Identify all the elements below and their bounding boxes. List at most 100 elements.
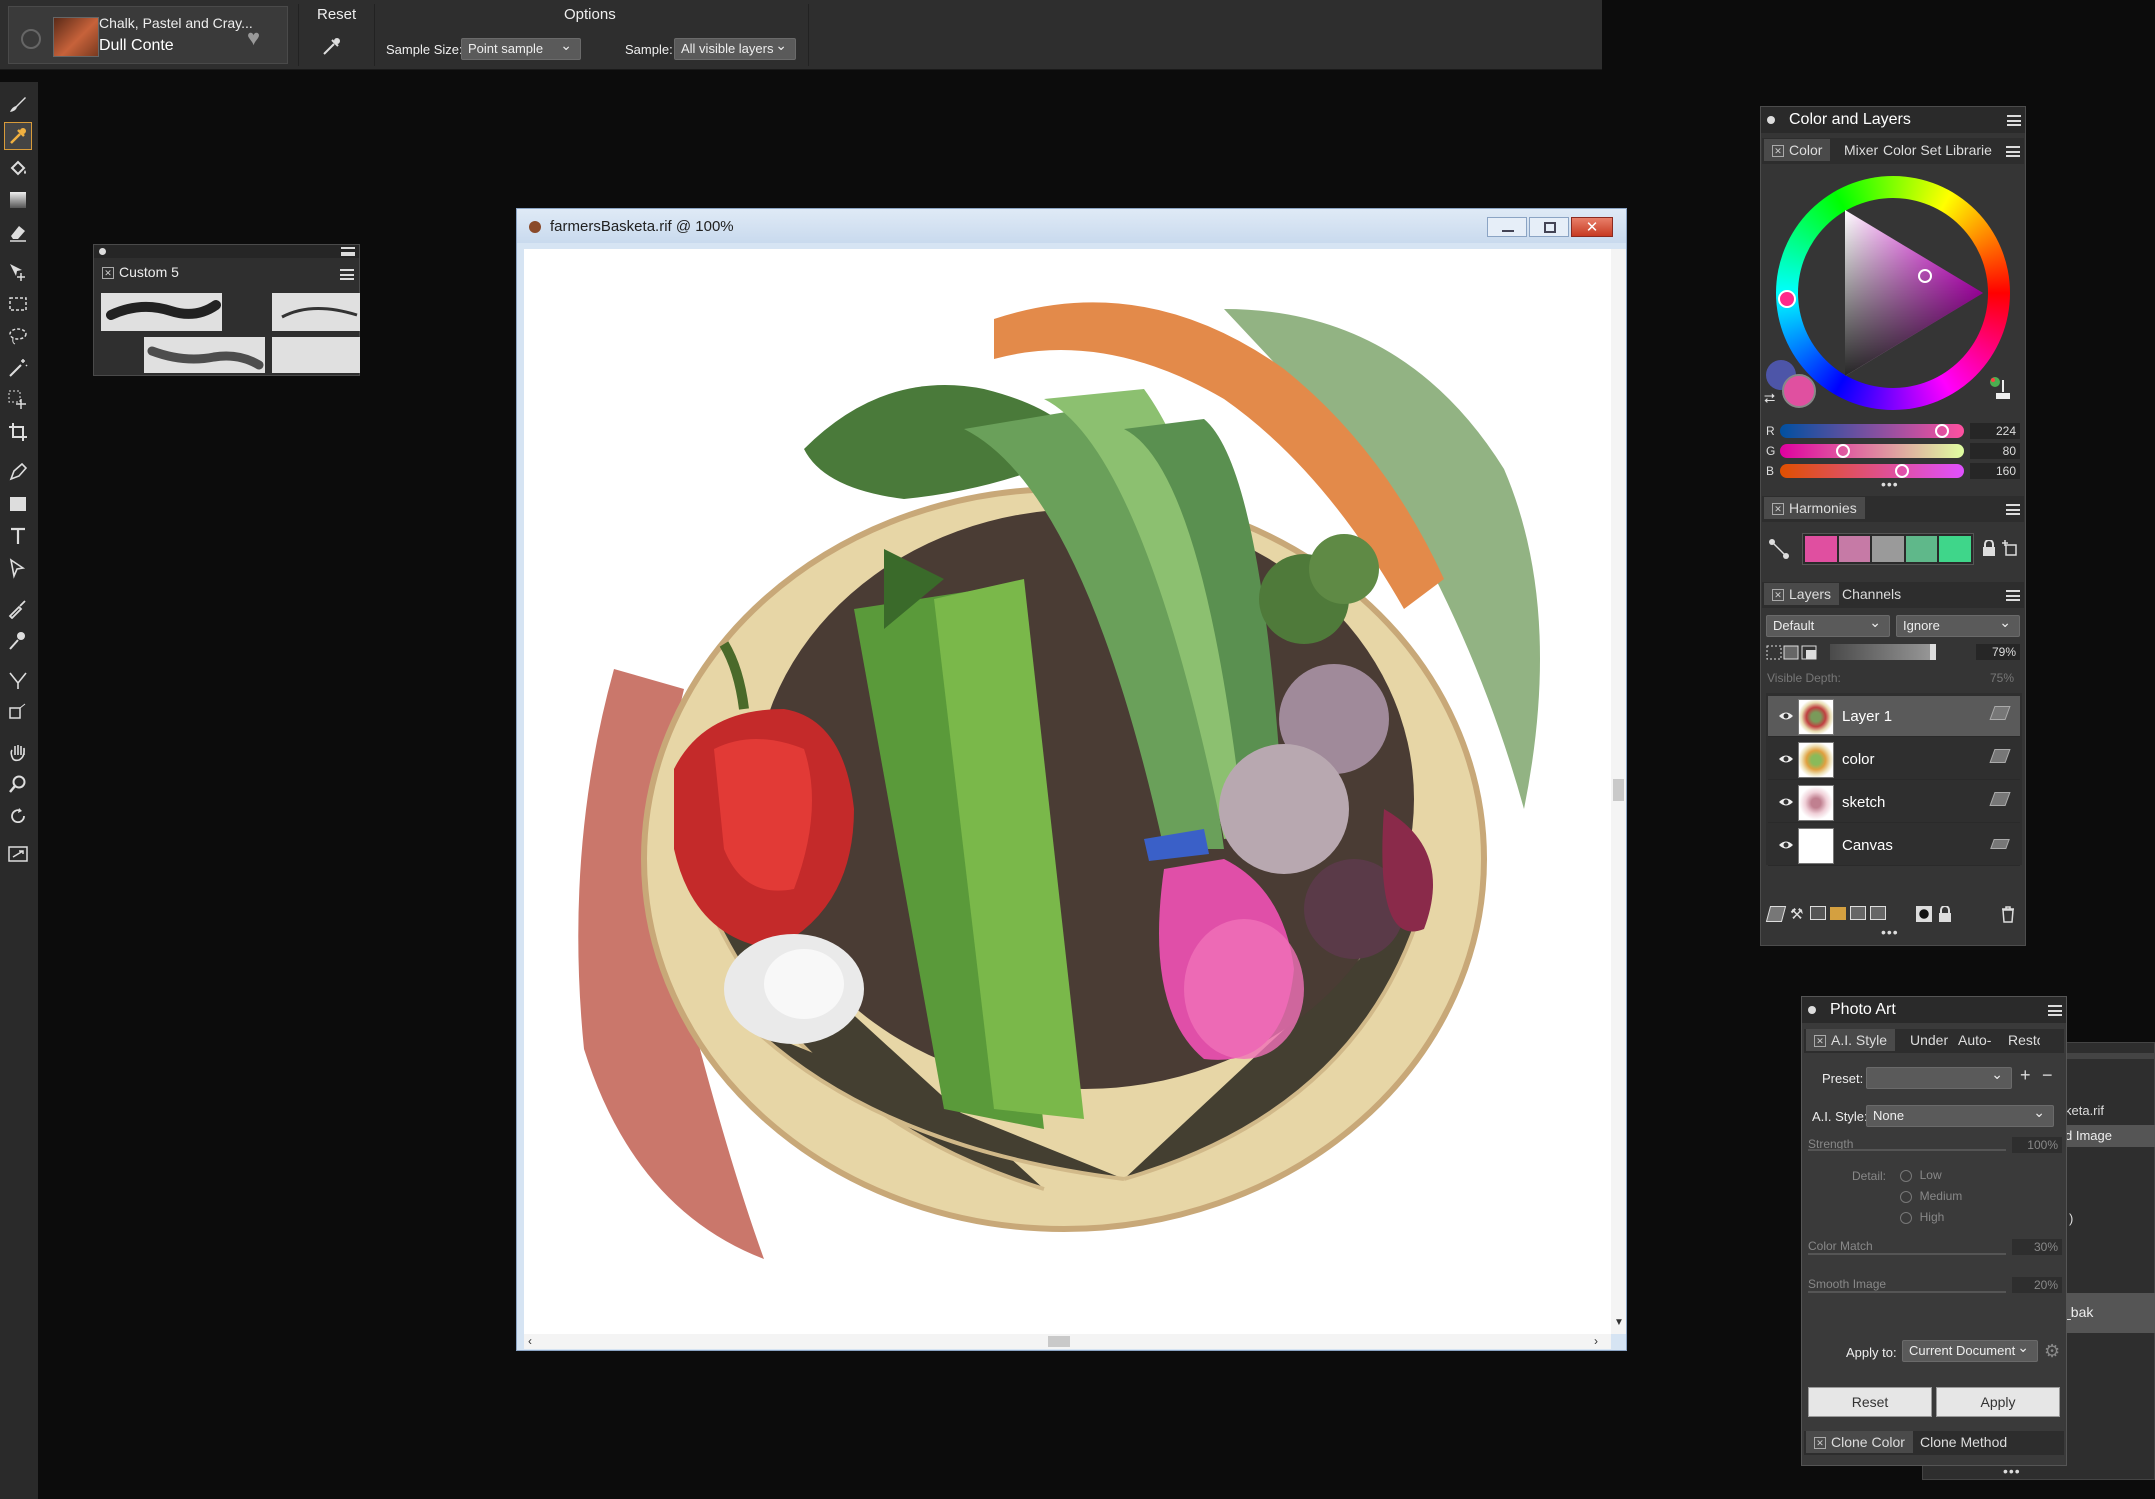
sample-size-dropdown[interactable]: Point sample bbox=[461, 37, 581, 60]
pen-tool-icon[interactable] bbox=[4, 458, 32, 486]
blue-value[interactable]: 160 bbox=[1970, 463, 2020, 479]
layer-mask-icon[interactable] bbox=[1916, 906, 1932, 922]
behind-row[interactable]: _bak bbox=[2055, 1293, 2155, 1333]
delete-layer-icon[interactable] bbox=[2000, 905, 2016, 923]
sample-dropdown[interactable]: All visible layers bbox=[674, 37, 796, 60]
tab-color[interactable]: ✕ Color bbox=[1764, 139, 1831, 161]
text-tool-icon[interactable] bbox=[4, 522, 32, 550]
preserve-dropdown[interactable]: Ignore bbox=[1896, 614, 2020, 637]
layer-stack-icon[interactable] bbox=[1850, 906, 1866, 920]
detail-radio-low[interactable]: Low bbox=[1900, 1167, 1942, 1182]
green-slider[interactable] bbox=[1780, 444, 1964, 458]
brush-selector[interactable]: Chalk, Pastel and Cray... Dull Conte ♥ bbox=[8, 6, 288, 64]
lock-layer-icon[interactable] bbox=[1938, 905, 1952, 922]
layer-lock-icons[interactable] bbox=[1766, 643, 1822, 661]
reset-tool-label[interactable]: Reset bbox=[317, 6, 356, 23]
preset-dropdown[interactable] bbox=[1866, 1066, 2012, 1089]
custom-brush-swatch[interactable] bbox=[272, 337, 360, 373]
blue-slider[interactable] bbox=[1780, 464, 1964, 478]
layer-folder-icon[interactable] bbox=[1830, 907, 1846, 920]
color-match-value[interactable]: 30% bbox=[2012, 1239, 2062, 1255]
rotate-page-tool-icon[interactable] bbox=[4, 802, 32, 830]
tab-underpainting[interactable]: Under bbox=[1902, 1029, 1956, 1051]
gradient-tool-icon[interactable] bbox=[4, 186, 32, 214]
eyedropper-reset-icon[interactable] bbox=[320, 34, 344, 58]
rubber-stamp-tool-icon[interactable] bbox=[4, 626, 32, 654]
panel-titlebar[interactable]: Color and Layers bbox=[1761, 107, 2025, 133]
tab-clone-color[interactable]: ✕ Clone Color bbox=[1806, 1431, 1913, 1453]
close-icon[interactable]: ✕ bbox=[1814, 1035, 1826, 1048]
shape-selection-tool-icon[interactable] bbox=[4, 554, 32, 582]
brush-tool-icon[interactable] bbox=[4, 90, 32, 118]
custom-brush-swatch[interactable] bbox=[144, 337, 265, 373]
color-menu-icon[interactable] bbox=[2006, 146, 2020, 157]
swap-colors-icon[interactable]: ⮂ bbox=[1764, 390, 1775, 407]
strength-slider[interactable] bbox=[1808, 1149, 2006, 1151]
scroll-thumb-v[interactable] bbox=[1613, 779, 1624, 801]
layer-row[interactable]: color bbox=[1768, 739, 2020, 780]
screen-mode-toggle-icon[interactable] bbox=[4, 840, 32, 868]
tab-channels[interactable]: Channels bbox=[1834, 583, 1909, 605]
harmonies-menu-icon[interactable] bbox=[2006, 504, 2020, 515]
eye-icon[interactable] bbox=[1778, 795, 1794, 809]
magic-wand-tool-icon[interactable] bbox=[4, 354, 32, 382]
cloner-tool-icon[interactable] bbox=[4, 594, 32, 622]
composite-method-dropdown[interactable]: Default bbox=[1766, 614, 1890, 637]
horizontal-scrollbar[interactable]: ‹ › bbox=[524, 1334, 1611, 1349]
dropper-tool-icon[interactable] bbox=[4, 122, 32, 150]
scroll-left-arrow[interactable]: ‹ bbox=[528, 1334, 532, 1348]
smooth-image-slider[interactable] bbox=[1808, 1291, 2006, 1293]
close-icon[interactable]: ✕ bbox=[1772, 589, 1784, 602]
layer-row[interactable]: sketch bbox=[1768, 782, 2020, 823]
document-titlebar[interactable]: farmersBasketa.rif @ 100% ✕ bbox=[517, 209, 1626, 243]
tab-layers[interactable]: ✕ Layers bbox=[1764, 583, 1840, 605]
tab-clone-method[interactable]: Clone Method bbox=[1912, 1431, 2015, 1453]
red-value[interactable]: 224 bbox=[1970, 423, 2020, 439]
red-slider[interactable] bbox=[1780, 424, 1964, 438]
settings-gear-icon[interactable]: ⚙ bbox=[2044, 1341, 2060, 1362]
add-harmony-icon[interactable] bbox=[2002, 540, 2018, 556]
crop-tool-icon[interactable] bbox=[4, 418, 32, 446]
tab-ai-style[interactable]: ✕ A.I. Style bbox=[1806, 1029, 1896, 1051]
add-preset-icon[interactable]: + bbox=[2020, 1065, 2031, 1086]
perspective-guide-tool-icon[interactable] bbox=[4, 666, 32, 694]
layer-row[interactable]: Layer 1 bbox=[1768, 696, 2020, 737]
rectangle-shape-tool-icon[interactable] bbox=[4, 490, 32, 518]
close-icon[interactable]: ✕ bbox=[102, 267, 114, 280]
smooth-image-value[interactable]: 20% bbox=[2012, 1277, 2062, 1293]
behind-row[interactable]: d Image bbox=[2053, 1125, 2155, 1147]
lock-harmony-icon[interactable] bbox=[1982, 539, 1996, 556]
palette-menu-icon[interactable] bbox=[340, 269, 354, 280]
canvas[interactable] bbox=[524, 249, 1611, 1334]
photo-art-titlebar[interactable]: Photo Art bbox=[1802, 997, 2066, 1023]
remove-preset-icon[interactable]: − bbox=[2042, 1065, 2053, 1086]
eraser-tool-icon[interactable] bbox=[4, 218, 32, 246]
opacity-slider[interactable] bbox=[1830, 644, 1936, 660]
apply-button[interactable]: Apply bbox=[1936, 1387, 2060, 1417]
more-dots-icon[interactable]: ••• bbox=[1881, 476, 1899, 492]
tab-auto-painting[interactable]: Auto- bbox=[1950, 1029, 1999, 1051]
layer-group-icon[interactable] bbox=[1810, 906, 1826, 920]
dynamic-plugins-icon[interactable]: ⚒ bbox=[1790, 905, 1803, 923]
close-icon[interactable]: ✕ bbox=[1814, 1437, 1826, 1450]
harmony-rule-icon[interactable] bbox=[1768, 538, 1790, 560]
harmony-swatch[interactable] bbox=[1905, 536, 1938, 562]
more-dots-icon[interactable]: ••• bbox=[1881, 924, 1899, 940]
tab-restoration[interactable]: Resto bbox=[2000, 1029, 2040, 1051]
custom-palette-tab[interactable]: ✕ Custom 5 bbox=[102, 264, 179, 280]
lasso-tool-icon[interactable] bbox=[4, 322, 32, 350]
eye-icon[interactable] bbox=[1778, 709, 1794, 723]
ai-style-dropdown[interactable]: None bbox=[1866, 1104, 2054, 1127]
layer-row[interactable]: Canvas bbox=[1768, 825, 2020, 866]
layers-menu-icon[interactable] bbox=[2006, 590, 2020, 601]
maximize-button[interactable] bbox=[1529, 217, 1569, 237]
scroll-down-arrow[interactable]: ▼ bbox=[1614, 1317, 1624, 1328]
layer-adjuster-tool-icon[interactable] bbox=[4, 258, 32, 286]
saturation-triangle[interactable] bbox=[1776, 176, 2010, 410]
paint-bucket-tool-icon[interactable] bbox=[4, 154, 32, 182]
detail-radio-high[interactable]: High bbox=[1900, 1209, 1944, 1224]
close-icon[interactable]: ✕ bbox=[1772, 145, 1784, 158]
photo-art-menu-icon[interactable] bbox=[2048, 1005, 2062, 1016]
main-color-swatch[interactable] bbox=[1782, 374, 1816, 408]
green-value[interactable]: 80 bbox=[1970, 443, 2020, 459]
